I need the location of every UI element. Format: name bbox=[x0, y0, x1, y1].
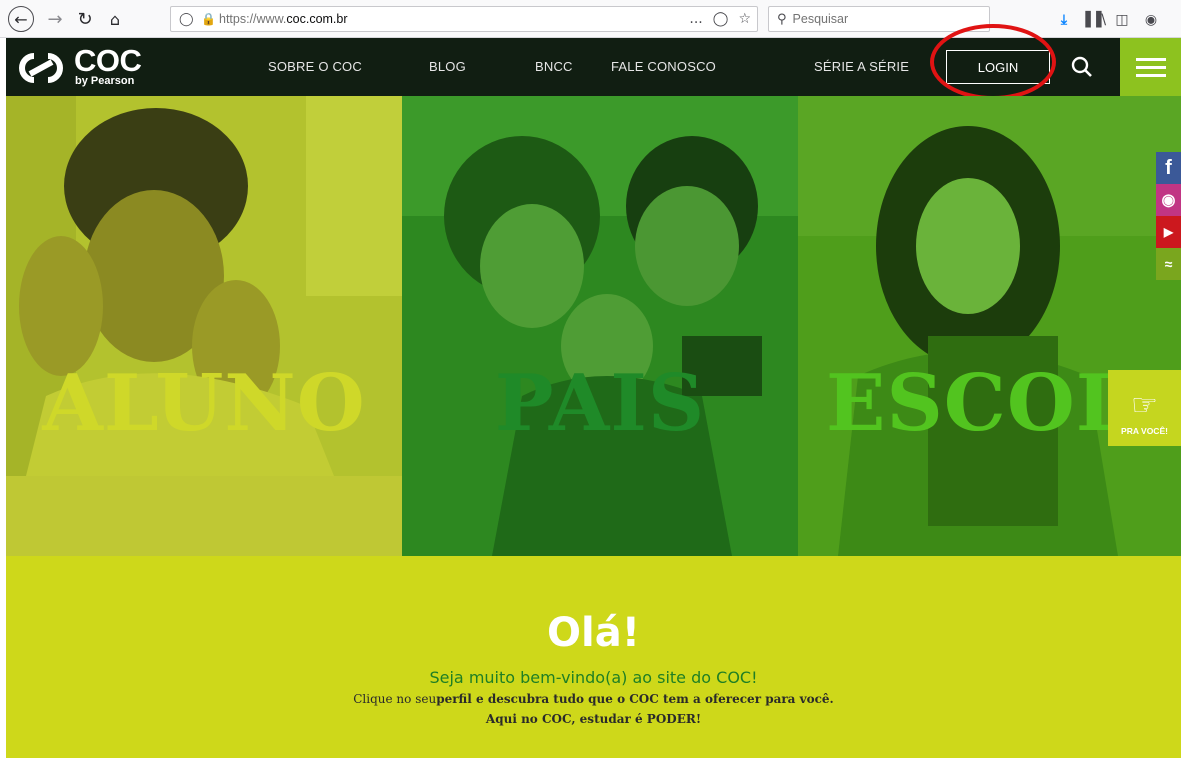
pra-voce-label: PRA VOCÊ! bbox=[1121, 426, 1168, 436]
bookmark-star-icon[interactable]: ☆ bbox=[738, 11, 751, 27]
welcome-subtitle: Seja muito bem-vindo(a) ao site do COC! bbox=[429, 668, 758, 687]
back-button[interactable]: ← bbox=[8, 6, 34, 32]
parents-photo bbox=[402, 96, 798, 556]
reload-icon[interactable]: ↻ bbox=[74, 6, 96, 32]
logo-subtitle: by Pearson bbox=[75, 75, 135, 87]
search-bar[interactable]: ⚲ Pesquisar bbox=[768, 6, 990, 32]
home-icon[interactable]: ⌂ bbox=[104, 6, 126, 32]
download-icon[interactable]: ⤓ bbox=[1053, 10, 1075, 30]
facebook-icon[interactable]: f bbox=[1156, 152, 1181, 184]
coc-logo-icon bbox=[19, 53, 63, 83]
logo-text: COC bbox=[74, 43, 142, 78]
coc-logo[interactable]: COC by Pearson bbox=[16, 43, 166, 90]
nav-sobre-o-coc[interactable]: SOBRE O COC bbox=[268, 38, 362, 96]
panel-escola[interactable]: ESCOLA bbox=[798, 96, 1181, 556]
hero-panels: ALUNO PAIS ESCOLA bbox=[6, 96, 1181, 556]
youtube-icon[interactable]: ▶ bbox=[1156, 216, 1181, 248]
panel-pais[interactable]: PAIS bbox=[402, 96, 798, 556]
pocket-icon[interactable]: ◯ bbox=[713, 11, 729, 27]
pointing-hand-icon: ☞ bbox=[1131, 388, 1158, 423]
forward-button[interactable]: → bbox=[44, 6, 66, 32]
welcome-slogan: Aqui no COC, estudar é PODER! bbox=[485, 712, 702, 726]
library-icon[interactable]: ▐▐\ bbox=[1080, 10, 1106, 30]
instruction-bold: perfil e descubra tudo que o COC tem a o… bbox=[436, 692, 834, 706]
search-placeholder: Pesquisar bbox=[792, 12, 849, 26]
instagram-icon[interactable]: ◉ bbox=[1156, 184, 1181, 216]
url-prefix: https://www. bbox=[219, 12, 287, 26]
panel-aluno[interactable]: ALUNO bbox=[6, 96, 402, 556]
hamburger-menu-button[interactable] bbox=[1120, 38, 1181, 96]
pais-label[interactable]: PAIS bbox=[402, 358, 798, 449]
welcome-title: Olá! bbox=[547, 610, 640, 656]
menu-bar-icon bbox=[1135, 65, 1166, 69]
instruction-start: Clique no seu bbox=[353, 692, 437, 706]
highlight-circle bbox=[930, 24, 1056, 100]
spotify-icon[interactable]: ≈ bbox=[1156, 248, 1181, 280]
school-photo bbox=[798, 96, 1181, 556]
url-domain: coc.com.br bbox=[286, 12, 348, 26]
nav-serie-a-serie[interactable]: SÉRIE A SÉRIE bbox=[814, 38, 909, 96]
address-bar[interactable]: ◯ 🔒 https://www.coc.com.br ... ◯ ☆ bbox=[170, 6, 758, 32]
lock-icon[interactable]: 🔒 bbox=[201, 12, 216, 26]
aluno-label[interactable]: ALUNO bbox=[6, 358, 402, 449]
site-search-icon[interactable] bbox=[1070, 55, 1094, 79]
url-text[interactable]: https://www.coc.com.br bbox=[219, 12, 348, 26]
nav-blog[interactable]: BLOG bbox=[429, 38, 466, 96]
welcome-section: Olá! Seja muito bem-vindo(a) ao site do … bbox=[6, 556, 1181, 758]
pra-voce-button[interactable]: ☞ PRA VOCÊ! bbox=[1108, 370, 1181, 446]
sidebar-icon[interactable]: ◫ bbox=[1111, 10, 1133, 30]
menu-bar-icon bbox=[1135, 57, 1166, 61]
url-actions: ... ◯ ☆ bbox=[689, 7, 751, 31]
account-icon[interactable]: ◉ bbox=[1140, 10, 1162, 30]
search-icon: ⚲ bbox=[777, 11, 787, 27]
more-actions-icon[interactable]: ... bbox=[689, 11, 702, 27]
nav-bncc[interactable]: BNCC bbox=[535, 38, 573, 96]
shield-icon[interactable]: ◯ bbox=[179, 12, 195, 27]
menu-bar-icon bbox=[1135, 73, 1166, 77]
welcome-instruction: Clique no seuperfil e descubra tudo que … bbox=[6, 692, 1181, 706]
nav-fale-conosco[interactable]: FALE CONOSCO bbox=[611, 38, 716, 96]
student-photo bbox=[6, 96, 402, 556]
